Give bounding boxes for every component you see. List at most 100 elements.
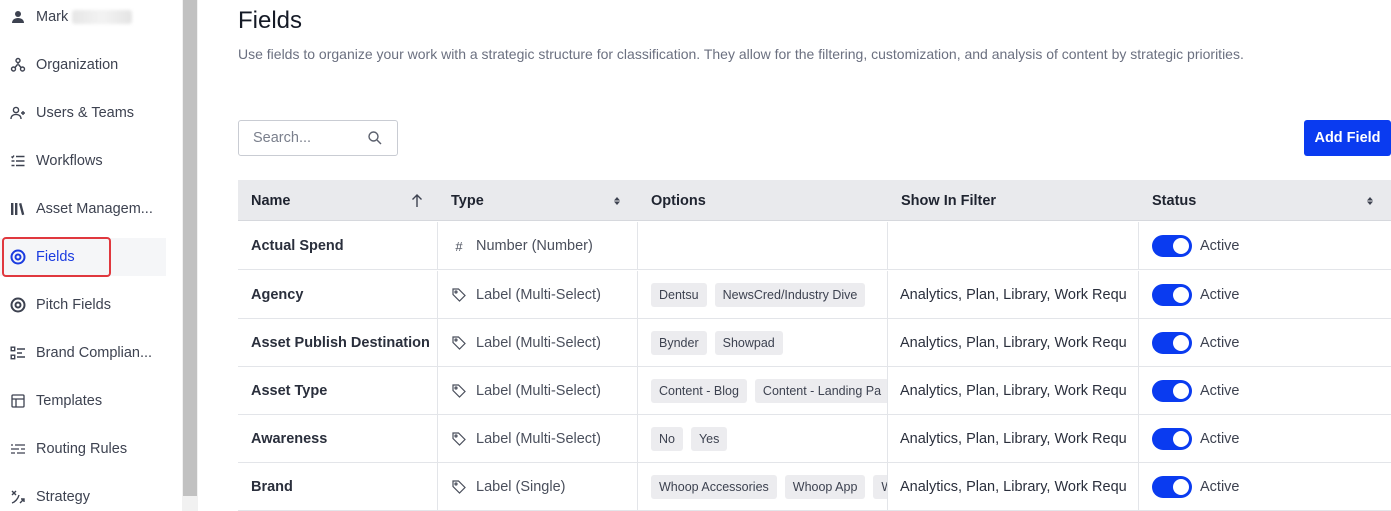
- field-type: Label (Multi-Select): [438, 319, 638, 367]
- sidebar-item-label: Workflows: [36, 153, 103, 169]
- template-icon: [10, 393, 26, 409]
- field-name[interactable]: Asset Publish Destination: [238, 319, 438, 367]
- field-status: Active: [1139, 319, 1391, 367]
- user-plus-icon: [10, 105, 26, 121]
- table-row[interactable]: Actual Spend # Number (Number) Active: [238, 222, 1391, 270]
- search-icon[interactable]: [367, 130, 383, 146]
- field-type-label: Number (Number): [476, 238, 593, 254]
- page-title: Fields: [238, 7, 303, 34]
- sidebar-item-asset-management[interactable]: Asset Managem...: [0, 190, 166, 228]
- status-toggle[interactable]: [1152, 284, 1192, 306]
- sort-toggle-icon[interactable]: [1364, 194, 1376, 208]
- option-chip: Dentsu: [651, 283, 707, 307]
- sidebar-item-label: Users & Teams: [36, 105, 135, 121]
- field-name[interactable]: Asset Type: [238, 367, 438, 415]
- sidebar-item-label: Routing Rules: [36, 441, 128, 457]
- hash-icon: #: [455, 238, 463, 254]
- sidebar-item-workflows[interactable]: Workflows: [0, 142, 166, 180]
- sidebar-item-routing-rules[interactable]: Routing Rules: [0, 430, 166, 468]
- field-name[interactable]: Brand: [238, 463, 438, 511]
- column-header-label: Show In Filter: [901, 192, 997, 209]
- strategy-arrows-icon: [10, 489, 26, 505]
- status-toggle[interactable]: [1152, 380, 1192, 402]
- sidebar-item-label: Asset Managem...: [36, 201, 153, 217]
- option-chip: NewsCred/Industry Dive: [714, 283, 866, 307]
- routing-lines-icon: [10, 441, 26, 457]
- search-input[interactable]: [253, 130, 363, 146]
- option-chip: Showpad: [714, 331, 783, 355]
- field-options: Content - Blog Content - Landing Pa: [638, 367, 888, 415]
- sidebar-user[interactable]: Mark: [0, 0, 166, 36]
- table-row[interactable]: Asset Type Label (Multi-Select) Content …: [238, 367, 1391, 415]
- workflow-list-icon: [10, 153, 26, 169]
- column-header-type[interactable]: Type: [451, 180, 638, 221]
- option-chip: Bynder: [651, 331, 707, 355]
- field-type: Label (Single): [438, 463, 638, 511]
- option-chip: Whoop App: [784, 475, 866, 499]
- field-options: Whoop Accessories Whoop App W: [638, 463, 888, 511]
- column-header-name[interactable]: Name: [251, 180, 438, 221]
- field-options: [638, 222, 888, 270]
- option-chip: Whoop Accessories: [651, 475, 777, 499]
- tag-icon: [452, 384, 466, 398]
- table-row[interactable]: Brand Label (Single) Whoop Accessories W…: [238, 463, 1391, 511]
- sidebar-item-templates[interactable]: Templates: [0, 382, 166, 420]
- option-chip: No: [651, 427, 683, 451]
- column-header-status[interactable]: Status: [1152, 180, 1391, 221]
- field-type: Label (Multi-Select): [438, 271, 638, 319]
- sidebar-item-brand-compliance[interactable]: Brand Complian...: [0, 334, 166, 372]
- option-chip: W: [873, 475, 887, 499]
- sidebar-item-label: Fields: [36, 249, 75, 265]
- field-show-in-filter: Analytics, Plan, Library, Work Requ: [888, 463, 1139, 511]
- org-chart-icon: [10, 57, 26, 73]
- tag-icon: [452, 480, 466, 494]
- status-label: Active: [1200, 238, 1240, 254]
- target-circle-icon: [10, 297, 26, 313]
- field-name[interactable]: Awareness: [238, 415, 438, 463]
- field-show-in-filter: Analytics, Plan, Library, Work Requ: [888, 415, 1139, 463]
- sort-ascending-icon[interactable]: [411, 194, 423, 208]
- main-content: Fields Use fields to organize your work …: [198, 0, 1391, 511]
- field-show-in-filter: Analytics, Plan, Library, Work Requ: [888, 319, 1139, 367]
- field-type-label: Label (Single): [476, 479, 566, 495]
- sidebar-item-label: Strategy: [36, 489, 90, 505]
- search-box[interactable]: [238, 120, 398, 156]
- status-toggle[interactable]: [1152, 332, 1192, 354]
- field-name[interactable]: Actual Spend: [238, 222, 438, 270]
- option-chip: Content - Blog: [651, 379, 747, 403]
- column-header-label: Status: [1152, 192, 1197, 209]
- sidebar-item-strategy[interactable]: Strategy: [0, 478, 166, 511]
- field-show-in-filter: [888, 222, 1139, 270]
- add-field-button[interactable]: Add Field: [1304, 120, 1391, 156]
- table-row[interactable]: Asset Publish Destination Label (Multi-S…: [238, 319, 1391, 367]
- sort-toggle-icon[interactable]: [611, 194, 623, 208]
- field-show-in-filter: Analytics, Plan, Library, Work Requ: [888, 271, 1139, 319]
- tag-icon: [452, 288, 466, 302]
- field-type-label: Label (Multi-Select): [476, 287, 601, 303]
- user-name: Mark: [36, 9, 69, 25]
- status-label: Active: [1200, 383, 1240, 399]
- status-toggle[interactable]: [1152, 476, 1192, 498]
- sidebar-scrollbar-thumb[interactable]: [183, 0, 197, 496]
- tag-icon: [452, 336, 466, 350]
- status-toggle[interactable]: [1152, 235, 1192, 257]
- option-chip: Content - Landing Pa: [754, 379, 887, 403]
- sidebar-item-fields[interactable]: Fields: [0, 238, 166, 276]
- table-row[interactable]: Awareness Label (Multi-Select) No Yes An…: [238, 415, 1391, 463]
- sidebar-item-users-teams[interactable]: Users & Teams: [0, 94, 166, 132]
- table-row[interactable]: Agency Label (Multi-Select) Dentsu NewsC…: [238, 271, 1391, 319]
- option-chip: Yes: [690, 427, 728, 451]
- tag-icon: [452, 432, 466, 446]
- field-status: Active: [1139, 415, 1391, 463]
- status-label: Active: [1200, 287, 1240, 303]
- status-toggle[interactable]: [1152, 428, 1192, 450]
- column-header-show-in-filter: Show In Filter: [901, 180, 1139, 221]
- field-type-label: Label (Multi-Select): [476, 335, 601, 351]
- field-type: # Number (Number): [438, 222, 638, 270]
- sidebar-item-pitch-fields[interactable]: Pitch Fields: [0, 286, 166, 324]
- library-books-icon: [10, 201, 26, 217]
- sidebar-item-organization[interactable]: Organization: [0, 46, 166, 84]
- field-name[interactable]: Agency: [238, 271, 438, 319]
- field-status: Active: [1139, 271, 1391, 319]
- status-label: Active: [1200, 335, 1240, 351]
